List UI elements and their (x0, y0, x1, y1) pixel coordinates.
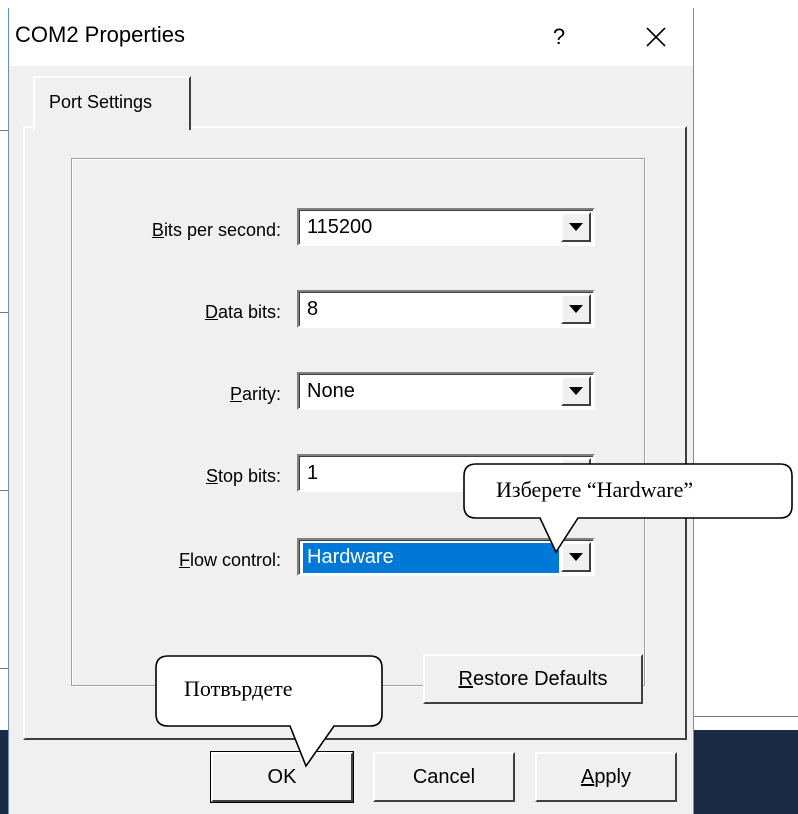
data-bits-combobox[interactable]: 8 (297, 290, 595, 328)
parity-combobox[interactable]: None (297, 372, 595, 410)
help-button[interactable]: ? (529, 10, 589, 64)
background-line (0, 668, 8, 669)
stop-bits-value: 1 (307, 462, 319, 484)
background-line (0, 130, 8, 131)
restore-defaults-button[interactable]: Restore Defaults (423, 654, 643, 704)
bits-per-second-dropdown-button[interactable] (561, 212, 591, 242)
tab-port-settings[interactable]: Port Settings (33, 76, 191, 130)
com-properties-dialog: COM2 Properties ? Port Settings Bits per… (8, 8, 694, 814)
close-button[interactable] (621, 10, 691, 64)
flow-control-dropdown-button[interactable] (561, 542, 591, 572)
data-bits-dropdown-button[interactable] (561, 294, 591, 324)
close-icon (646, 27, 666, 47)
stop-bits-label: Stop bits: (205, 466, 281, 486)
chevron-down-icon (569, 223, 583, 231)
data-bits-label: Data bits: (204, 302, 281, 322)
cancel-button[interactable]: Cancel (373, 752, 515, 802)
data-bits-value: 8 (307, 298, 319, 320)
bits-per-second-value: 115200 (307, 216, 373, 238)
background-line (694, 716, 798, 717)
flow-control-combobox[interactable]: Hardware (297, 538, 595, 576)
ok-button[interactable]: OK (210, 751, 354, 803)
chevron-down-icon (569, 469, 583, 477)
apply-button[interactable]: Apply (535, 752, 677, 802)
chevron-down-icon (569, 553, 583, 561)
chevron-down-icon (569, 387, 583, 395)
parity-label: Parity: (229, 384, 281, 404)
chevron-down-icon (569, 305, 583, 313)
background-line (0, 490, 8, 491)
callout-ok-text: Потвърдете (184, 676, 293, 701)
parity-value: None (307, 380, 355, 402)
tab-label: Port Settings (49, 92, 153, 112)
dialog-title: COM2 Properties (15, 22, 185, 47)
callout-flow-control-text: Изберете “Hardware” (496, 477, 694, 502)
flow-control-value: Hardware (307, 546, 394, 568)
bits-per-second-label: Bits per second: (151, 220, 281, 240)
title-bar[interactable]: COM2 Properties ? (9, 8, 693, 66)
parity-dropdown-button[interactable] (561, 376, 591, 406)
background-line (0, 312, 8, 313)
flow-control-label: Flow control: (178, 550, 281, 570)
bits-per-second-combobox[interactable]: 115200 (297, 208, 595, 246)
